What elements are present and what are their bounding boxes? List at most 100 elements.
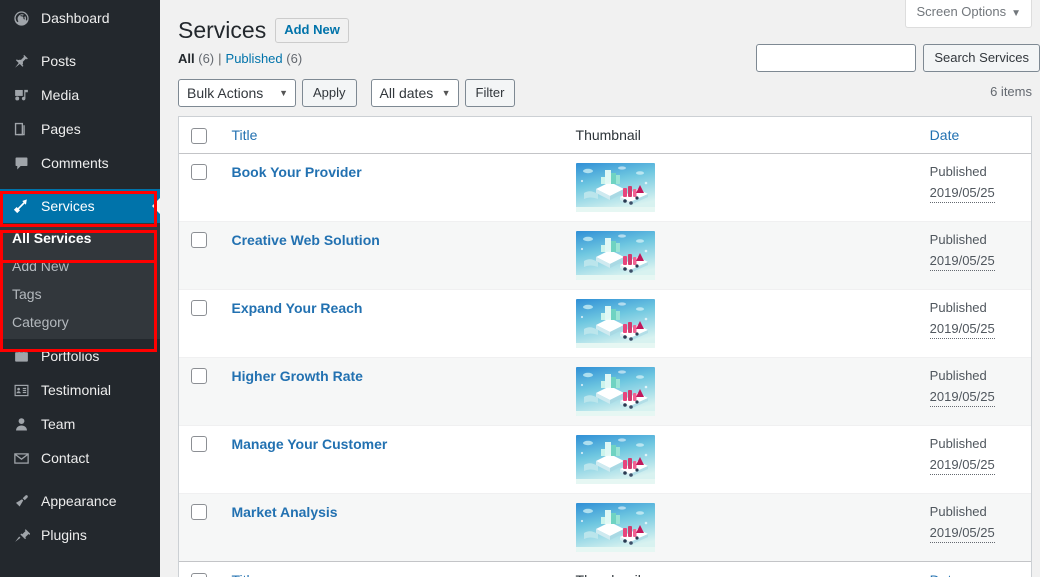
sidebar-item-portfolios[interactable]: Portfolios xyxy=(0,339,160,373)
sidebar-item-team[interactable]: Team xyxy=(0,407,160,441)
chevron-down-icon: ▼ xyxy=(1011,8,1021,19)
sidebar-item-label: Testimonial xyxy=(41,382,112,398)
column-header-date-label[interactable]: Date xyxy=(930,127,960,143)
column-header-thumbnail-label: Thumbnail xyxy=(575,127,641,143)
row-date: 2019/05/25 xyxy=(929,320,995,339)
row-date-cell: Published 2019/05/25 xyxy=(919,425,1031,493)
view-link-published[interactable]: Published xyxy=(226,51,283,66)
row-date-cell: Published 2019/05/25 xyxy=(919,289,1031,357)
select-all-header xyxy=(179,117,222,154)
admin-main-content: Screen Options ▼ Services Add New All (6)… xyxy=(160,0,1040,577)
user-icon xyxy=(10,414,32,434)
sidebar-item-label: Contact xyxy=(41,450,90,466)
column-footer-date-label[interactable]: Date xyxy=(930,572,960,577)
sidebar-item-services[interactable]: Services xyxy=(0,189,160,223)
table-row: Creative Web Solution Published 2019/05/… xyxy=(179,221,1031,289)
view-link-all[interactable]: All xyxy=(178,51,195,66)
submenu-item-tags[interactable]: Tags xyxy=(0,280,160,308)
column-footer-date[interactable]: Date xyxy=(919,561,1031,577)
screen-options-label: Screen Options xyxy=(916,4,1007,19)
sidebar-item-media[interactable]: Media xyxy=(0,78,160,112)
sidebar-item-appearance[interactable]: Appearance xyxy=(0,484,160,518)
row-title-link[interactable]: Creative Web Solution xyxy=(231,232,379,248)
column-footer-title-label[interactable]: Title xyxy=(231,572,257,577)
media-icon xyxy=(10,85,32,105)
sidebar-item-label: Posts xyxy=(41,53,77,69)
row-checkbox[interactable] xyxy=(191,300,207,316)
row-title-link[interactable]: Manage Your Customer xyxy=(231,436,387,452)
column-header-date[interactable]: Date xyxy=(919,117,1031,154)
chevron-down-icon: ▼ xyxy=(441,88,451,98)
sidebar-item-plugins[interactable]: Plugins xyxy=(0,518,160,552)
column-footer-thumbnail: Thumbnail xyxy=(565,561,920,577)
submenu-item-all-services[interactable]: All Services xyxy=(0,224,160,252)
comments-icon xyxy=(10,153,32,173)
view-count-all: (6) xyxy=(198,51,215,66)
services-list-table: Title Thumbnail Date Book Your Provider xyxy=(178,116,1032,577)
sidebar-item-posts[interactable]: Posts xyxy=(0,44,160,78)
service-thumbnail-image xyxy=(575,299,655,348)
submenu-item-category[interactable]: Category xyxy=(0,308,160,336)
sidebar-item-dashboard[interactable]: Dashboard xyxy=(0,1,160,35)
row-thumbnail-cell xyxy=(565,493,920,561)
view-count-published: (6) xyxy=(286,51,303,66)
row-title-link[interactable]: Market Analysis xyxy=(231,504,337,520)
sidebar-item-label: Appearance xyxy=(41,493,117,509)
row-thumbnail-cell xyxy=(565,357,920,425)
row-date: 2019/05/25 xyxy=(929,184,995,203)
sidebar-item-contact[interactable]: Contact xyxy=(0,441,160,475)
submenu-item-add-new[interactable]: Add New xyxy=(0,252,160,280)
column-header-title-label[interactable]: Title xyxy=(231,127,257,143)
search-input[interactable] xyxy=(756,44,917,72)
row-date-cell: Published 2019/05/25 xyxy=(920,154,1031,221)
apply-button[interactable]: Apply xyxy=(302,79,357,107)
row-title-link[interactable]: Expand Your Reach xyxy=(231,300,362,316)
sidebar-item-pages[interactable]: Pages xyxy=(0,112,160,146)
filter-button[interactable]: Filter xyxy=(464,79,516,107)
sidebar-item-testimonial[interactable]: Testimonial xyxy=(0,373,160,407)
bulk-actions-select[interactable]: Bulk Actions ▼ xyxy=(178,79,296,107)
row-date-cell: Published 2019/05/25 xyxy=(919,357,1031,425)
table-row: Market Analysis Published 2019/05/25 xyxy=(179,493,1031,561)
add-new-button[interactable]: Add New xyxy=(275,17,349,43)
bulk-actions-value: Bulk Actions xyxy=(187,85,264,101)
column-header-title[interactable]: Title xyxy=(221,117,566,154)
sidebar-item-label: Team xyxy=(41,416,76,432)
row-status: Published xyxy=(929,368,987,383)
wordpress-admin-screen: Dashboard Posts Media Pages Comments Ser… xyxy=(0,0,1040,577)
column-footer-title[interactable]: Title xyxy=(221,561,566,577)
pages-icon xyxy=(10,119,32,139)
row-checkbox[interactable] xyxy=(191,164,207,180)
table-foot: Title Thumbnail Date xyxy=(179,561,1031,577)
row-title-cell: Expand Your Reach xyxy=(221,289,566,357)
row-date: 2019/05/25 xyxy=(929,456,995,475)
select-all-checkbox-footer[interactable] xyxy=(191,572,207,577)
search-box: Search Services xyxy=(756,44,1040,72)
select-all-checkbox[interactable] xyxy=(191,127,207,144)
row-checkbox-cell xyxy=(179,221,222,289)
sidebar-item-label: Pages xyxy=(41,121,81,137)
row-thumbnail-cell xyxy=(565,425,920,493)
row-title-cell: Creative Web Solution xyxy=(221,221,566,289)
row-checkbox[interactable] xyxy=(191,368,207,384)
row-date-cell: Published 2019/05/25 xyxy=(919,221,1031,289)
search-submit-button[interactable]: Search Services xyxy=(923,44,1040,72)
row-thumbnail-cell xyxy=(565,221,920,289)
plug-icon xyxy=(10,525,32,545)
table-row: Expand Your Reach Published 2019/05/25 xyxy=(179,289,1031,357)
row-status: Published xyxy=(929,436,987,451)
row-checkbox[interactable] xyxy=(191,232,207,248)
table-row: Book Your Provider Published 2019/05/25 xyxy=(179,154,1031,221)
date-filter-select[interactable]: All dates ▼ xyxy=(370,79,459,107)
envelope-icon xyxy=(10,448,32,468)
row-title-cell: Manage Your Customer xyxy=(221,425,566,493)
screen-options-button[interactable]: Screen Options ▼ xyxy=(905,0,1032,28)
row-title-link[interactable]: Higher Growth Rate xyxy=(231,368,362,384)
row-status: Published xyxy=(929,300,987,315)
row-title-link[interactable]: Book Your Provider xyxy=(231,164,361,180)
row-checkbox[interactable] xyxy=(191,504,207,520)
row-checkbox[interactable] xyxy=(191,436,207,452)
sidebar-item-comments[interactable]: Comments xyxy=(0,146,160,180)
menu-separator xyxy=(0,35,160,44)
hammer-icon xyxy=(10,196,32,216)
